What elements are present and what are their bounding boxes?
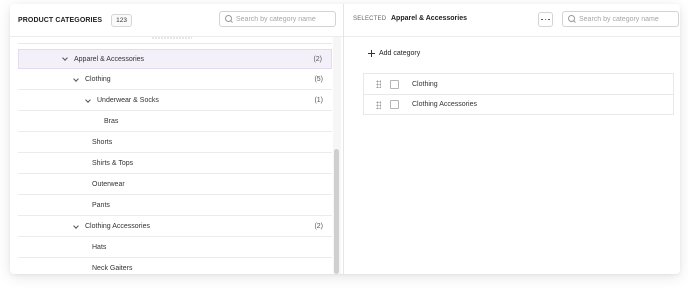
tree-row-shorts[interactable]: Shorts xyxy=(18,133,332,153)
subcategory-list: Clothing Clothing Accessories xyxy=(363,73,674,115)
pane-title: PRODUCT CATEGORIES xyxy=(18,16,103,24)
list-item-label: Clothing xyxy=(412,80,438,88)
more-horizontal-icon xyxy=(541,18,544,21)
tree-row-label: Clothing Accessories xyxy=(85,223,150,230)
list-item-label: Clothing Accessories xyxy=(412,101,477,108)
categories-tree-pane: PRODUCT CATEGORIES 123 Apparel & Accesso… xyxy=(10,4,344,274)
chevron-down-icon[interactable] xyxy=(85,96,91,103)
scrollbar-thumb[interactable] xyxy=(334,149,339,274)
selected-label: SELECTED xyxy=(353,16,387,22)
plus-icon xyxy=(368,50,375,57)
tree-row-count: (5) xyxy=(314,76,323,83)
tree-row-hats[interactable]: Hats xyxy=(18,238,332,258)
tree-row-label: Bras xyxy=(104,118,119,125)
tree-row-count: (2) xyxy=(313,55,322,63)
category-tree: Apparel & Accessories (2) Clothing (5) U… xyxy=(10,37,332,274)
tree-row-underwear-socks[interactable]: Underwear & Socks (1) xyxy=(18,91,332,111)
tree-scrollbar[interactable] xyxy=(333,37,341,274)
tree-row-count: (2) xyxy=(314,223,323,230)
add-category-button[interactable]: Add category xyxy=(368,50,420,57)
subcategory-search[interactable] xyxy=(562,11,679,27)
tree-search[interactable] xyxy=(219,11,336,27)
list-item[interactable]: Clothing Accessories xyxy=(363,94,674,115)
partial-row xyxy=(18,37,332,44)
tree-row-pants[interactable]: Pants xyxy=(18,196,332,216)
tree-header: PRODUCT CATEGORIES 123 xyxy=(10,4,343,37)
search-icon xyxy=(225,15,233,23)
chevron-down-icon[interactable] xyxy=(62,55,68,61)
tree-row-label: Outerwear xyxy=(92,181,125,188)
tree-row-clothing[interactable]: Clothing (5) xyxy=(18,70,332,90)
tree-row-apparel-accessories[interactable]: Apparel & Accessories (2) xyxy=(18,49,332,69)
tree-row-neck-gaiters[interactable]: Neck Gaiters xyxy=(18,259,332,274)
more-options-button[interactable] xyxy=(538,12,553,27)
tree-row-label: Pants xyxy=(92,202,110,209)
tree-row-count: (1) xyxy=(314,97,323,104)
tree-row-shirts-tops[interactable]: Shirts & Tops xyxy=(18,154,332,174)
selected-header: SELECTED Apparel & Accessories xyxy=(344,4,680,37)
tree-row-bras[interactable]: Bras xyxy=(18,112,332,132)
tree-row-clothing-accessories[interactable]: Clothing Accessories (2) xyxy=(18,217,332,237)
item-checkbox[interactable] xyxy=(390,100,399,109)
list-item[interactable]: Clothing xyxy=(363,73,674,94)
tree-row-label: Apparel & Accessories xyxy=(74,55,145,63)
tree-row-label: Neck Gaiters xyxy=(92,265,133,272)
tree-row-label: Shorts xyxy=(92,139,113,146)
tree-row-label: Underwear & Socks xyxy=(97,97,159,104)
drag-handle-icon[interactable] xyxy=(376,100,381,109)
chevron-down-icon[interactable] xyxy=(73,222,79,229)
search-icon xyxy=(568,15,576,23)
drag-handle-icon[interactable] xyxy=(376,80,381,88)
subcategory-search-input[interactable] xyxy=(579,15,669,23)
selected-category-pane: SELECTED Apparel & Accessories Add categ… xyxy=(344,4,680,274)
tree-search-input[interactable] xyxy=(236,15,326,23)
item-checkbox[interactable] xyxy=(390,79,399,89)
tree-row-label: Clothing xyxy=(85,76,111,83)
canvas: PRODUCT CATEGORIES 123 Apparel & Accesso… xyxy=(0,0,688,292)
category-count-badge: 123 xyxy=(111,13,132,27)
tree-row-outerwear[interactable]: Outerwear xyxy=(18,175,332,195)
add-category-label: Add category xyxy=(379,50,421,57)
selected-category-name: Apparel & Accessories xyxy=(391,15,467,22)
categories-card: PRODUCT CATEGORIES 123 Apparel & Accesso… xyxy=(10,4,680,274)
chevron-down-icon[interactable] xyxy=(73,75,79,82)
tree-row-label: Hats xyxy=(92,244,107,251)
tree-row-label: Shirts & Tops xyxy=(92,160,134,167)
